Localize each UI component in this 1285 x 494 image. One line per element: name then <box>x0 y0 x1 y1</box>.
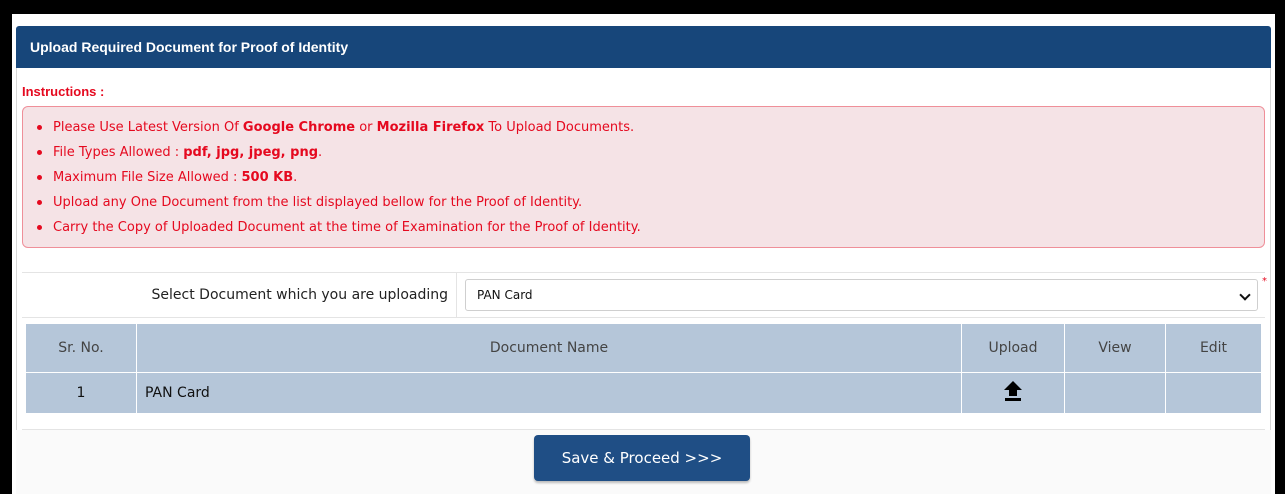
required-mark: * <box>1262 276 1267 287</box>
instructions-list: Please Use Latest Version Of Google Chro… <box>23 107 1264 240</box>
instruction-text: Please Use Latest Version Of <box>53 120 243 135</box>
table-row: 1 PAN Card <box>25 372 1262 414</box>
instruction-highlight: Mozilla Firefox <box>376 120 485 135</box>
chevron-down-icon <box>1239 289 1251 301</box>
cell-upload <box>961 372 1065 414</box>
header-document-name: Document Name <box>136 323 962 373</box>
upload-arrow-icon[interactable] <box>1003 380 1023 406</box>
instruction-text: File Types Allowed : <box>53 145 184 160</box>
panel-title: Upload Required Document for Proof of Id… <box>16 26 1271 68</box>
instruction-item: Maximum File Size Allowed : 500 KB. <box>35 165 1264 190</box>
instruction-text: . <box>293 170 298 185</box>
header-sr-no: Sr. No. <box>25 323 137 373</box>
instructions-box: Please Use Latest Version Of Google Chro… <box>22 106 1265 248</box>
instruction-highlight: pdf, jpg, jpeg, png <box>183 145 319 160</box>
document-select-value: PAN Card <box>477 288 533 302</box>
instruction-highlight: 500 KB <box>241 170 294 185</box>
header-upload: Upload <box>961 323 1065 373</box>
cell-view <box>1064 372 1166 414</box>
cell-document-name: PAN Card <box>136 372 962 414</box>
table-header-row: Sr. No. Document Name Upload View Edit <box>25 323 1262 373</box>
instruction-text: or <box>355 120 377 135</box>
instructions-title: Instructions : <box>22 84 105 99</box>
documents-table: Sr. No. Document Name Upload View Edit 1… <box>25 323 1262 414</box>
instruction-highlight: Google Chrome <box>242 120 356 135</box>
instruction-text: . <box>318 145 323 160</box>
header-view: View <box>1064 323 1166 373</box>
page-frame: Upload Required Document for Proof of Id… <box>12 14 1275 494</box>
instruction-text: Maximum File Size Allowed : <box>53 170 242 185</box>
header-edit: Edit <box>1165 323 1262 373</box>
instruction-item: Carry the Copy of Uploaded Document at t… <box>35 215 1264 240</box>
instruction-text: To Upload Documents. <box>484 120 635 135</box>
document-select[interactable]: PAN Card <box>465 279 1258 311</box>
table-bottom-border <box>22 412 1265 430</box>
document-select-label: Select Document which you are uploading <box>22 273 457 317</box>
instruction-item: Upload any One Document from the list di… <box>35 190 1264 215</box>
cell-sr-no: 1 <box>25 372 137 414</box>
instruction-item: Please Use Latest Version Of Google Chro… <box>35 115 1264 140</box>
cell-edit <box>1165 372 1262 414</box>
save-proceed-button[interactable]: Save & Proceed >>> <box>534 435 750 481</box>
document-select-row: Select Document which you are uploading … <box>22 272 1267 318</box>
instruction-item: File Types Allowed : pdf, jpg, jpeg, png… <box>35 140 1264 165</box>
